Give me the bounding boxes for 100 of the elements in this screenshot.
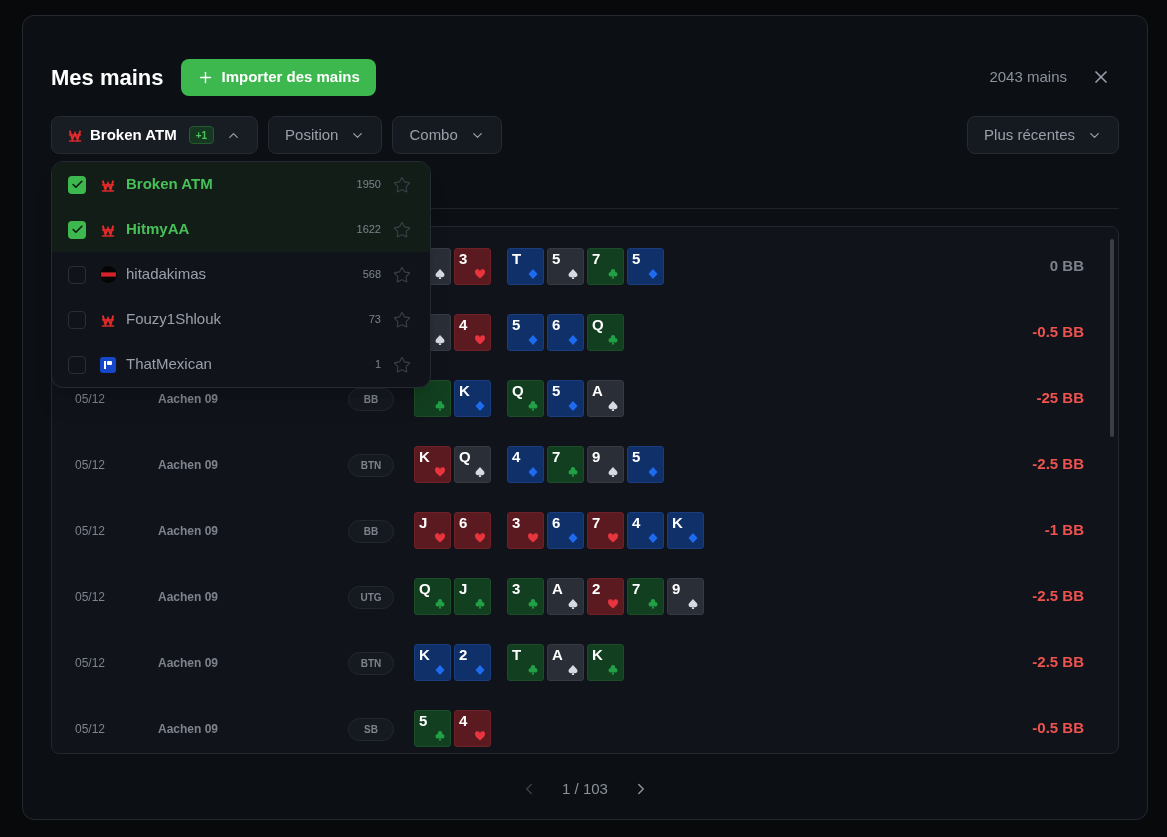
card-rank: 9 (592, 447, 601, 466)
star-icon[interactable] (393, 265, 411, 284)
room-logo-icon (100, 356, 116, 373)
card-rank: 7 (552, 447, 561, 466)
result-amount: -2.5 BB (1032, 453, 1084, 474)
card-rank: Q (419, 579, 431, 598)
position-badge: BB (348, 519, 394, 543)
card-rank: 7 (592, 249, 601, 268)
card-rank: A (552, 579, 563, 598)
heart-icon (474, 531, 486, 544)
card-rank: 2 (459, 645, 468, 664)
diamond-icon (474, 663, 486, 676)
heart-icon (607, 597, 619, 610)
card-rank: 3 (512, 513, 521, 532)
heart-icon (434, 531, 446, 544)
heart-icon (527, 531, 539, 544)
count-badge: +1 (188, 126, 215, 144)
diamond-icon (647, 531, 659, 544)
star-icon[interactable] (393, 175, 411, 194)
hand-count: 2043 mains (989, 66, 1067, 87)
player-name: HitmyAA (126, 219, 190, 240)
position-badge: SB (348, 717, 394, 741)
table-name: Aachen 09 (158, 524, 219, 538)
filter-dropdown[interactable]: Position (268, 116, 383, 154)
card-rank: 5 (419, 711, 428, 730)
table-name: Aachen 09 (158, 656, 219, 670)
result-amount: -2.5 BB (1032, 651, 1084, 672)
club-icon (527, 597, 539, 610)
card-rank: 5 (632, 249, 641, 268)
card-rank: 2 (592, 579, 601, 598)
club-icon (607, 333, 619, 346)
checkbox[interactable] (68, 175, 86, 194)
diamond-icon (527, 465, 539, 478)
diamond-icon (567, 399, 579, 412)
position-badge: BTN (348, 651, 394, 675)
player-option[interactable]: Broken ATM 1950 (52, 162, 430, 207)
player-option[interactable]: HitmyAA 1622 (52, 207, 430, 252)
diamond-icon (567, 531, 579, 544)
card-rank: Q (459, 447, 471, 466)
result-amount: -25 BB (1036, 387, 1084, 408)
checkbox[interactable] (68, 355, 86, 374)
card-rank: 4 (512, 447, 521, 466)
club-icon (434, 399, 446, 412)
heart-icon (474, 333, 486, 346)
spade-icon (607, 465, 619, 478)
scrollbar[interactable] (1110, 239, 1114, 437)
result-amount: -0.5 BB (1032, 717, 1084, 738)
heart-icon (474, 267, 486, 280)
hand-count: 1950 (356, 177, 381, 193)
w-logo-icon (101, 177, 115, 192)
hand-count: 1 (374, 357, 381, 373)
result-amount: -1 BB (1044, 519, 1084, 540)
club-icon (607, 663, 619, 676)
table-name: Aachen 09 (158, 722, 219, 736)
heart-icon (434, 465, 446, 478)
spade-icon (567, 267, 579, 280)
checkbox[interactable] (68, 310, 86, 329)
card-rank: Q (512, 381, 524, 400)
star-icon[interactable] (393, 220, 411, 239)
filter-dropdown[interactable]: Combo (392, 116, 502, 154)
player-option[interactable]: ThatMexican 1 (52, 342, 430, 387)
card-rank: 6 (552, 513, 561, 532)
star-icon[interactable] (393, 310, 411, 329)
player-name: Broken ATM (126, 174, 213, 195)
card-rank: Q (592, 315, 604, 334)
card-rank: 3 (512, 579, 521, 598)
club-icon (474, 597, 486, 610)
date-cell: 05/12 (75, 656, 106, 670)
card-rank: 6 (552, 315, 561, 334)
player-name: Fouzy1Shlouk (126, 309, 222, 330)
check-icon (70, 223, 84, 236)
card-rank: 6 (459, 513, 468, 532)
club-icon (607, 267, 619, 280)
player-name: ThatMexican (126, 354, 212, 375)
card-rank: 3 (459, 249, 468, 268)
player-name: hitadakimas (126, 264, 207, 285)
card-rank: A (552, 645, 563, 664)
result-amount: -2.5 BB (1032, 585, 1084, 606)
hand-count: 1622 (356, 222, 381, 238)
date-cell: 05/12 (75, 392, 106, 406)
star-icon[interactable] (393, 355, 411, 374)
diamond-icon (687, 531, 699, 544)
diamond-icon (474, 399, 486, 412)
spade-icon (474, 465, 486, 478)
heart-icon (474, 729, 486, 742)
player-option[interactable]: hitadakimas 568 (52, 252, 430, 297)
card-rank: T (512, 249, 522, 268)
checkbox[interactable] (68, 220, 86, 239)
card-rank: 9 (672, 579, 681, 598)
table-name: Aachen 09 (158, 392, 219, 406)
checkbox[interactable] (68, 265, 86, 284)
w-logo-icon (68, 128, 82, 142)
sort-dropdown[interactable]: Plus récentes (967, 116, 1119, 154)
position-badge: BTN (348, 453, 394, 477)
table-name: Aachen 09 (158, 590, 219, 604)
filter-dropdown[interactable]: Broken ATM +1 (51, 116, 259, 154)
w-logo-icon (101, 222, 115, 237)
heart-icon (607, 531, 619, 544)
player-option[interactable]: Fouzy1Shlouk 73 (52, 297, 430, 342)
diamond-icon (527, 267, 539, 280)
